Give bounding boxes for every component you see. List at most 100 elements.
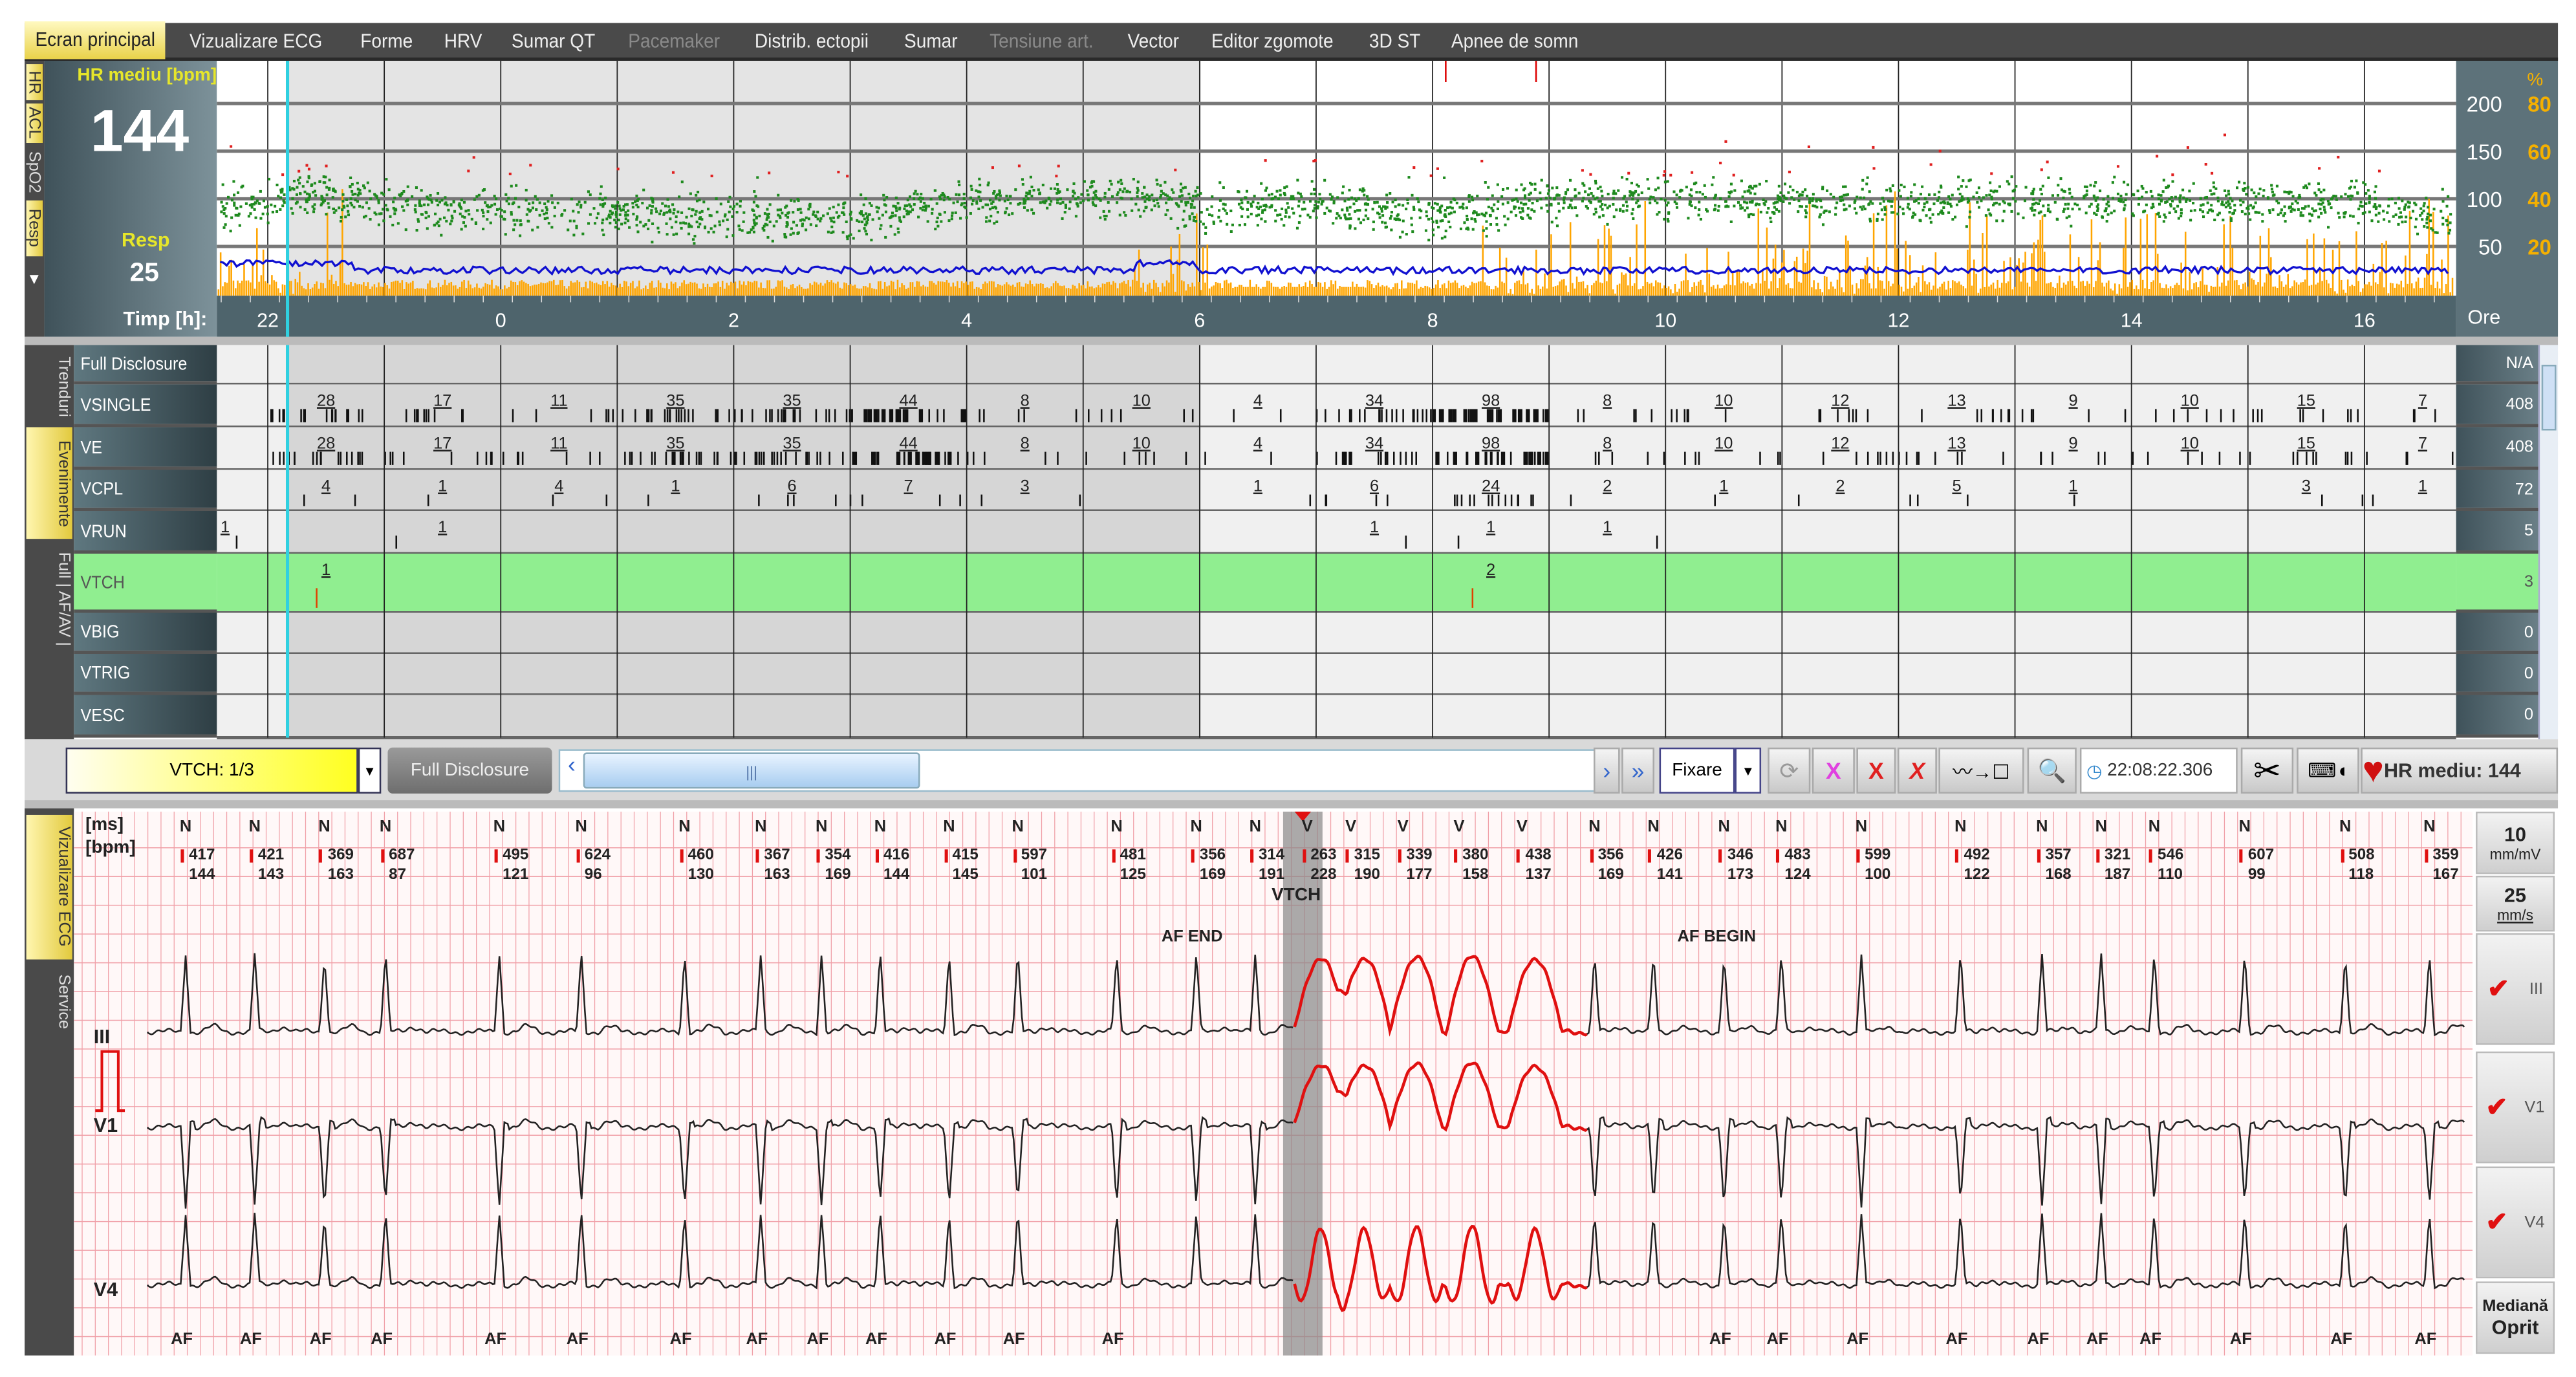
rr-interval: 369 [327, 846, 354, 865]
beat-type-label[interactable]: N [1853, 818, 1869, 836]
event-row-total: 72 [2456, 470, 2538, 512]
ecg-strip[interactable] [0, 0, 2576, 1377]
rr-interval: 421 [257, 846, 285, 865]
rhythm-label: AF [2139, 1330, 2161, 1349]
beat-type-label[interactable]: N [1645, 818, 1661, 836]
beat-type-label[interactable]: N [316, 818, 332, 836]
median-state: Oprit [2491, 1315, 2539, 1338]
beat-type-label[interactable]: N [2034, 818, 2050, 836]
trend-tabs-more-icon[interactable]: ▾ [30, 268, 39, 289]
heart-rate: 158 [1462, 865, 1489, 884]
heart-rate: 118 [2348, 865, 2374, 884]
beat-type-label[interactable]: V [1451, 818, 1467, 836]
rr-interval: 367 [764, 846, 790, 865]
heart-rate: 100 [1865, 865, 1891, 884]
beat-type-label[interactable]: N [1716, 818, 1732, 836]
rhythm-label: AF [806, 1330, 829, 1349]
rr-interval: 380 [1462, 846, 1489, 865]
beat-type-label[interactable]: N [814, 818, 830, 836]
beat-marker [1345, 849, 1350, 863]
beat-marker [1302, 849, 1306, 863]
heart-rate: 144 [883, 865, 910, 884]
beat-type-label[interactable]: N [753, 818, 769, 836]
rhythm-label: AF [1709, 1330, 1731, 1349]
heart-rate: 169 [1597, 865, 1624, 884]
beat-marker [319, 849, 323, 863]
beat-marker [1454, 849, 1458, 863]
beat-type-label[interactable]: N [246, 818, 263, 836]
beat-marker [1250, 849, 1254, 863]
rr-interval: 415 [952, 846, 979, 865]
beat-type-label[interactable]: N [1773, 818, 1790, 836]
beat-marker [755, 849, 759, 863]
beat-type-label[interactable]: N [676, 818, 693, 836]
lead-toggle-label: III [2529, 980, 2544, 999]
beat-type-label[interactable]: V [1299, 818, 1315, 836]
lead-toggle-v1[interactable]: ✔ V1 [2476, 1051, 2555, 1164]
speed-button[interactable]: 25 mm/s [2476, 875, 2555, 932]
beat-type-label[interactable]: N [872, 818, 888, 836]
heart-rate: 169 [825, 865, 851, 884]
heart-rate: 145 [952, 865, 979, 884]
beat-type-label[interactable]: N [2337, 818, 2354, 836]
heart-rate: 110 [2158, 865, 2183, 884]
beat-type-label[interactable]: N [573, 818, 589, 836]
event-row-total: 5 [2456, 511, 2538, 554]
rr-interval: 356 [1199, 846, 1226, 865]
heart-rate: 137 [1525, 865, 1552, 884]
rhythm-label: AF [484, 1330, 507, 1349]
heart-rate: 124 [1784, 865, 1811, 884]
beat-marker [494, 849, 498, 863]
heart-rate: 141 [1656, 865, 1683, 884]
beat-type-label[interactable]: N [377, 818, 393, 836]
heart-rate: 167 [2432, 865, 2459, 884]
heart-rate: 169 [1199, 865, 1226, 884]
beat-type-label[interactable]: N [2421, 818, 2438, 836]
beat-type-label[interactable]: N [177, 818, 193, 836]
beat-type-label[interactable]: N [941, 818, 957, 836]
heart-rate: 99 [2247, 865, 2266, 884]
rr-interval: 495 [503, 846, 529, 865]
beat-type-label[interactable]: V [1395, 818, 1411, 836]
rr-interval: 263 [1310, 846, 1337, 865]
event-row-label: VE [80, 439, 103, 459]
beat-type-label[interactable]: N [2236, 818, 2253, 836]
beat-type-label[interactable]: N [1010, 818, 1026, 836]
beat-type-label[interactable]: N [1109, 818, 1125, 836]
beat-marker [250, 849, 254, 863]
rr-interval: 315 [1354, 846, 1380, 865]
rr-interval: 438 [1525, 846, 1552, 865]
lead-toggle-iii[interactable]: ✔ III [2476, 933, 2555, 1045]
rhythm-label: AF [371, 1330, 393, 1349]
beat-marker [1589, 849, 1593, 863]
beat-type-label[interactable]: N [1586, 818, 1603, 836]
beat-type-label[interactable]: V [1514, 818, 1530, 836]
event-row-label: VTRIG [80, 664, 131, 684]
beat-type-label[interactable]: N [1188, 818, 1204, 836]
heart-rate: 96 [584, 865, 602, 884]
lead-toggle-v4[interactable]: ✔ V4 [2476, 1166, 2555, 1279]
rhythm-label: AF [566, 1330, 589, 1349]
beat-type-label[interactable]: N [1953, 818, 1969, 836]
beat-marker [2037, 849, 2040, 863]
event-row-total: 0 [2456, 695, 2538, 738]
median-button[interactable]: Mediană Oprit [2476, 1281, 2555, 1354]
speed-unit: mm/s [2497, 907, 2533, 924]
gain-button[interactable]: 10 mm/mV [2476, 811, 2555, 874]
checkmark-icon: ✔ [2485, 1094, 2508, 1122]
beat-marker [2340, 849, 2344, 863]
beat-type-label[interactable]: N [2146, 818, 2162, 836]
beat-type-label[interactable]: V [1343, 818, 1359, 836]
heart-rate: 168 [2045, 865, 2072, 884]
rhythm-label: AF [669, 1330, 692, 1349]
beat-type-label[interactable]: N [1247, 818, 1263, 836]
rr-interval: 508 [2348, 846, 2375, 865]
heart-rate: 87 [389, 865, 407, 884]
rr-interval: 357 [2045, 846, 2072, 865]
beat-type-label[interactable]: N [491, 818, 507, 836]
beat-marker [180, 849, 184, 863]
beat-marker [1398, 849, 1402, 863]
rr-interval: 346 [1727, 846, 1754, 865]
rr-interval: 607 [2247, 846, 2275, 865]
beat-type-label[interactable]: N [2093, 818, 2109, 836]
